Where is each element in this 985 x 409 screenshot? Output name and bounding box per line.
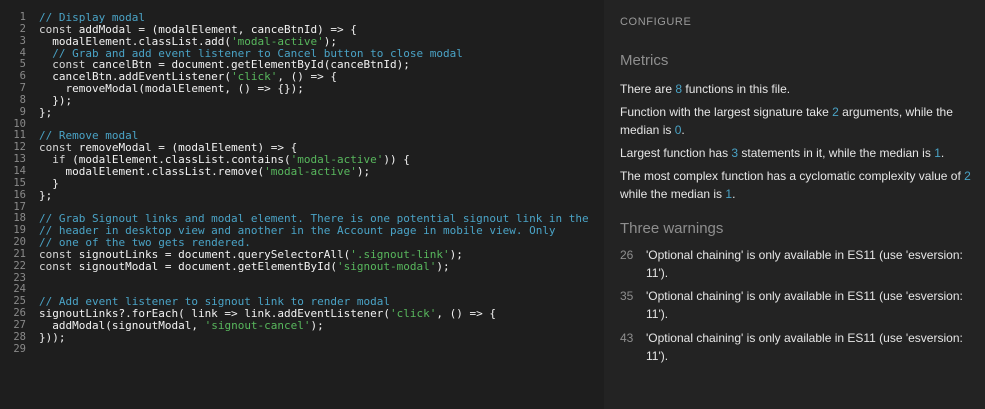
metric-signature: Function with the largest signature take… [620,105,953,137]
code-token: modalElement.classList.remove( [39,164,265,178]
line-number: 3 [19,34,26,47]
code-line[interactable]: }; [39,188,604,202]
code-line[interactable]: }); [39,94,604,107]
code-editor[interactable]: 1 2 3 4 5 6 7 8 9 10 11 12 13 14 15 16 17 18 19 20 21 22 23 24 2… [0,0,604,409]
metrics-heading: Metrics [620,52,669,69]
code-token: ); [310,318,324,332]
line-number: 16 [13,188,26,201]
metric-function-count: There are 8 functions in this file. [620,82,791,96]
code-line[interactable]: const signoutModal = document.getElement… [39,259,604,273]
line-number-gutter: 1 2 3 4 5 6 7 8 9 10 11 12 13 14 15 16 17 18 19 20 21 22 23 24 2… [0,11,26,355]
metric-statements: Largest function has 3 statements in it,… [620,146,945,160]
report-panel: CONFIGURE Metrics There are 8 functions … [604,0,985,409]
jshint-window: 1 2 3 4 5 6 7 8 9 10 11 12 13 14 15 16 17 18 19 20 21 22 23 24 2… [0,0,985,409]
code-line[interactable]: addModal(signoutModal, 'signout-cancel')… [39,320,604,332]
line-number: 27 [13,318,26,331]
warning-text: 'Optional chaining' is only available in… [646,289,963,321]
warnings-heading: Three warnings [620,220,724,237]
code-token: removeModal(modalElement, () => {}); [39,82,304,96]
code-token: }; [39,188,53,202]
code-line[interactable]: } [39,177,604,190]
code-token: ); [449,247,463,261]
code-token: ); [356,164,371,178]
code-line[interactable]: })); [39,330,604,344]
line-number: 15 [13,176,26,189]
code-line[interactable]: modalElement.classList.remove('modal-act… [39,166,604,178]
code-token: )) { [383,153,410,167]
code-line[interactable] [39,273,604,285]
warning-line-number[interactable]: 26 [620,247,634,265]
line-number: 2 [19,22,26,35]
code-area[interactable]: // Display modal const addModal = (modalE… [39,12,604,355]
line-number: 9 [19,105,26,118]
line-number: 28 [13,330,26,343]
line-number: 29 [13,342,26,355]
warning-text: 'Optional chaining' is only available in… [646,331,963,363]
code-token: 'click' [390,307,437,321]
line-number: 22 [13,259,26,272]
code-token: signoutModal = document.getElementById( [72,259,338,273]
code-token: 'signout-modal' [337,259,437,273]
warning-line-number[interactable]: 43 [620,330,634,348]
configure-link[interactable]: CONFIGURE [620,16,691,28]
code-line[interactable]: removeModal(modalElement, () => {}); [39,83,604,95]
code-token: }; [39,105,53,119]
code-token: , () => { [436,307,496,321]
code-line[interactable] [39,344,604,356]
line-number: 8 [19,93,26,106]
code-token: })); [39,330,66,344]
metric-complexity: The most complex function has a cyclomat… [620,169,971,201]
warning-text: 'Optional chaining' is only available in… [646,248,963,280]
code-line[interactable]: }; [39,105,604,119]
code-token: const [39,259,73,273]
code-token: ); [436,259,450,273]
line-number: 21 [13,247,26,260]
metrics-list: There are 8 functions in this file. Func… [620,80,975,208]
warning-line-number[interactable]: 35 [620,288,634,306]
code-token: 'signout-cancel' [204,318,311,332]
code-token: 'modal-active' [264,164,357,178]
